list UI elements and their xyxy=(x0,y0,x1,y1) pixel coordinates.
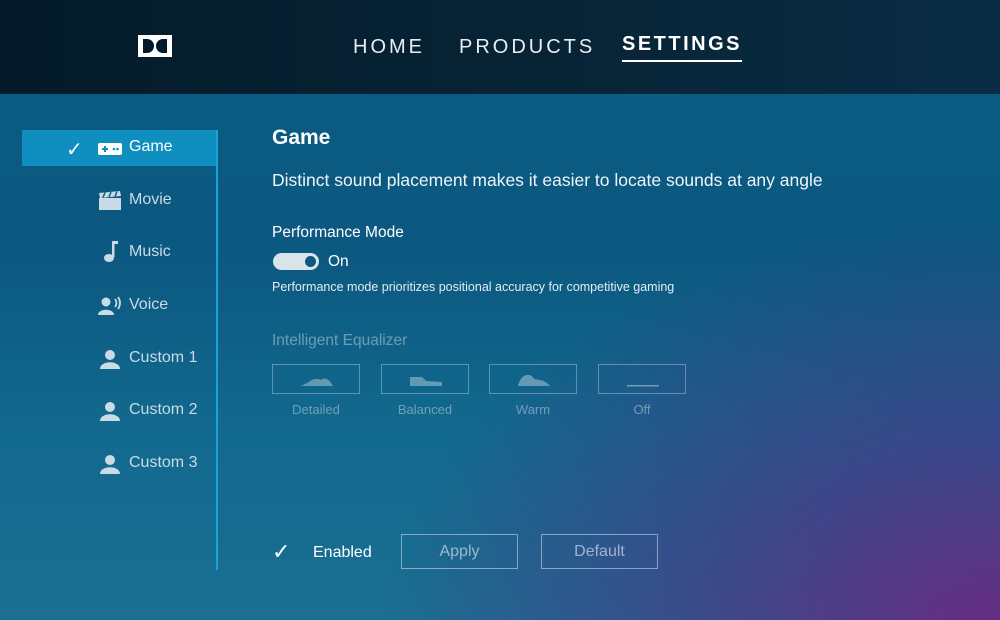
eq-option-label: Detailed xyxy=(292,402,340,417)
sidebar-item-label: Custom 2 xyxy=(129,401,198,418)
music-note-icon xyxy=(104,241,118,262)
profile-description: Distinct sound placement makes it easier… xyxy=(272,170,823,190)
performance-mode-toggle[interactable] xyxy=(273,253,319,270)
sidebar-divider xyxy=(216,130,218,570)
default-button[interactable]: Default xyxy=(541,534,658,569)
sidebar-item-label: Custom 3 xyxy=(129,454,198,471)
apply-button[interactable]: Apply xyxy=(401,534,518,569)
clapperboard-icon xyxy=(99,191,121,210)
performance-mode-value: On xyxy=(328,253,349,270)
toggle-knob xyxy=(305,256,316,267)
enabled-label: Enabled xyxy=(313,544,372,561)
eq-off-icon xyxy=(627,385,659,387)
voice-icon xyxy=(98,296,121,315)
sidebar-item-label: Music xyxy=(129,243,171,260)
user-icon xyxy=(100,455,120,474)
checkmark-icon: ✓ xyxy=(66,139,83,161)
nav-products-link[interactable]: PRODUCTS xyxy=(459,36,595,59)
enabled-checkbox[interactable]: ✓ xyxy=(272,539,290,565)
sidebar-item-voice[interactable]: Voice xyxy=(22,288,216,324)
sidebar-item-custom-1[interactable]: Custom 1 xyxy=(22,341,216,377)
sidebar-item-movie[interactable]: Movie xyxy=(22,183,216,219)
eq-detailed-icon xyxy=(301,378,333,386)
eq-detailed-button[interactable] xyxy=(272,364,360,394)
eq-balanced-icon xyxy=(410,377,442,386)
sidebar-item-label: Game xyxy=(129,138,173,155)
sidebar-item-custom-2[interactable]: Custom 2 xyxy=(22,393,216,429)
profile-sidebar: ✓ Game Movie Music Voice Custom 1 Custom… xyxy=(22,130,218,570)
eq-warm-icon xyxy=(518,374,550,386)
sidebar-item-music[interactable]: Music xyxy=(22,235,216,271)
sidebar-item-label: Voice xyxy=(129,296,169,313)
performance-mode-label: Performance Mode xyxy=(272,224,404,241)
nav-home-link[interactable]: HOME xyxy=(353,36,425,59)
sidebar-item-label: Movie xyxy=(129,191,172,208)
sidebar-item-label: Custom 1 xyxy=(129,349,198,366)
nav-settings-link[interactable]: SETTINGS xyxy=(622,33,743,62)
gamepad-icon xyxy=(98,143,122,155)
eq-off-button[interactable] xyxy=(598,364,686,394)
sidebar-item-game[interactable]: ✓ Game xyxy=(22,130,216,166)
performance-mode-note: Performance mode prioritizes positional … xyxy=(272,280,675,294)
eq-warm-button[interactable] xyxy=(489,364,577,394)
sidebar-item-custom-3[interactable]: Custom 3 xyxy=(22,446,216,482)
user-icon xyxy=(100,350,120,369)
equalizer-label: Intelligent Equalizer xyxy=(272,332,408,349)
eq-option-label: Warm xyxy=(515,402,551,417)
eq-option-label: Balanced xyxy=(397,402,453,417)
user-icon xyxy=(100,402,120,421)
eq-option-label: Off xyxy=(633,402,651,417)
page-title: Game xyxy=(272,126,331,149)
dolby-logo[interactable] xyxy=(138,35,172,57)
eq-balanced-button[interactable] xyxy=(381,364,469,394)
top-bar: HOME PRODUCTS SETTINGS xyxy=(0,0,1000,94)
